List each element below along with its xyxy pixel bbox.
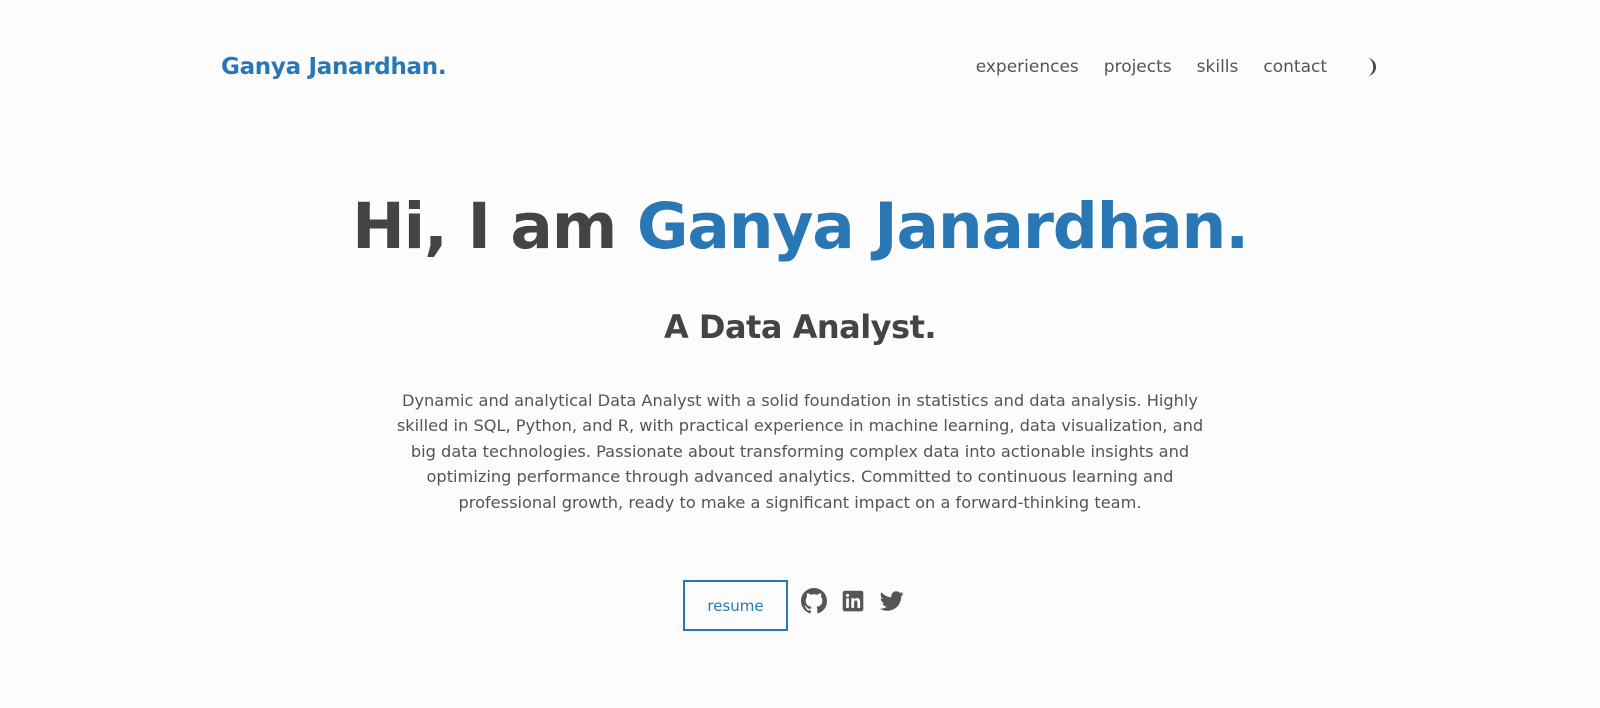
- resume-button[interactable]: resume: [683, 580, 788, 631]
- hero-title: Hi, I am Ganya Janardhan.: [0, 183, 1600, 271]
- linkedin-icon: [842, 590, 864, 611]
- hero-actions: resume: [683, 580, 905, 631]
- github-icon: [801, 587, 827, 613]
- nav-link-contact[interactable]: contact: [1263, 57, 1327, 77]
- twitter-icon: [880, 590, 904, 611]
- hero-role: A Data Analyst.: [663, 308, 937, 346]
- linkedin-link[interactable]: [840, 588, 866, 614]
- theme-toggle-button[interactable]: [1357, 56, 1379, 78]
- site-logo[interactable]: Ganya Janardhan.: [221, 54, 447, 80]
- nav-link-skills[interactable]: skills: [1197, 57, 1239, 77]
- top-nav: experiences projects skills contact: [976, 56, 1379, 78]
- hero-description: Dynamic and analytical Data Analyst with…: [396, 391, 1204, 512]
- site-header: Ganya Janardhan. experiences projects sk…: [221, 46, 1379, 88]
- hero-greeting: Hi, I am: [352, 190, 637, 263]
- github-link[interactable]: [801, 587, 827, 614]
- nav-link-experiences[interactable]: experiences: [976, 57, 1079, 77]
- page: Ganya Janardhan. experiences projects sk…: [0, 0, 1600, 708]
- moon-icon: [1367, 58, 1376, 76]
- twitter-link[interactable]: [879, 588, 905, 614]
- nav-link-projects[interactable]: projects: [1104, 57, 1172, 77]
- hero-name: Ganya Janardhan.: [636, 190, 1249, 263]
